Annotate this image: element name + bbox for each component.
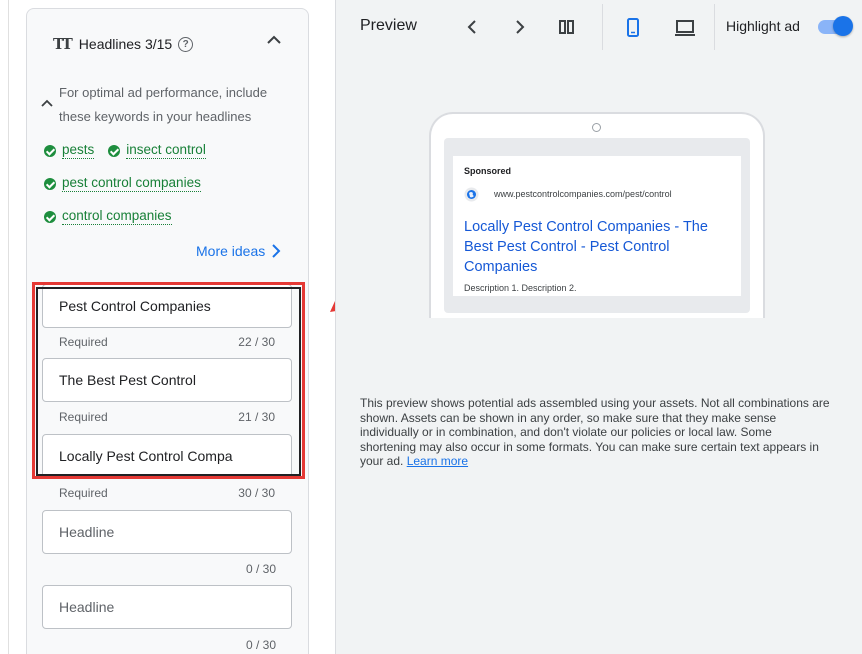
char-count: 0 / 30 xyxy=(245,638,276,652)
headline-input-4[interactable]: Headline xyxy=(42,510,292,554)
chevron-right-icon xyxy=(272,244,281,258)
keyword-text: control companies xyxy=(62,208,172,225)
learn-more-link[interactable]: Learn more xyxy=(407,454,468,468)
keyword-chip[interactable]: insect control xyxy=(108,142,206,159)
tip-collapse-icon[interactable] xyxy=(39,95,55,111)
headlines-title: Headlines 3/15 xyxy=(78,36,173,52)
more-ideas-link[interactable]: More ideas xyxy=(196,243,281,259)
help-icon[interactable]: ? xyxy=(178,36,194,52)
preview-panel xyxy=(336,0,862,654)
globe-icon xyxy=(464,187,479,202)
check-circle-icon xyxy=(108,144,121,157)
more-ideas-label: More ideas xyxy=(196,243,266,259)
check-circle-icon xyxy=(44,144,56,157)
char-count: 0 / 30 xyxy=(245,562,276,576)
desktop-device-icon[interactable] xyxy=(674,16,696,38)
page-edge xyxy=(0,0,9,654)
keyword-row: pest control companies xyxy=(44,175,215,192)
chevron-left-icon[interactable] xyxy=(462,16,484,38)
toolbar-separator xyxy=(714,4,715,50)
chevron-right-icon[interactable] xyxy=(508,16,530,38)
headlines-header: TT Headlines 3/15 ? xyxy=(53,35,194,53)
keyword-chip[interactable]: control companies xyxy=(44,208,172,225)
phone-camera xyxy=(592,123,601,132)
mobile-device-icon[interactable] xyxy=(622,16,644,38)
check-circle-icon xyxy=(44,210,56,223)
chevron-up-icon[interactable] xyxy=(263,29,285,51)
keyword-row: control companies xyxy=(44,208,186,225)
ad-headline[interactable]: Locally Pest Control Companies - The Bes… xyxy=(464,217,734,277)
required-label: Required xyxy=(59,486,108,500)
text-format-icon: TT xyxy=(53,35,73,53)
columns-icon[interactable] xyxy=(556,16,578,38)
ad-display-url: www.pestcontrolcompanies.com/pest/contro… xyxy=(494,189,672,199)
toggle-knob[interactable] xyxy=(833,16,853,36)
preview-title: Preview xyxy=(360,17,417,34)
keyword-chip[interactable]: pests xyxy=(44,142,95,159)
keyword-chip[interactable]: pest control companies xyxy=(44,175,201,192)
char-count: 30 / 30 xyxy=(238,486,275,500)
headline-input-5[interactable]: Headline xyxy=(42,585,292,629)
keyword-text: pest control companies xyxy=(62,175,201,192)
keyword-text: pests xyxy=(62,142,95,159)
check-circle-icon xyxy=(44,177,56,190)
keyword-tip: For optimal ad performance, include thes… xyxy=(59,85,268,124)
highlight-ad-label: Highlight ad xyxy=(726,18,800,34)
keyword-row: pests insect control xyxy=(44,142,220,159)
preview-toolbar: Preview Highlight ad xyxy=(336,0,862,52)
headline-3-meta: Required 30 / 30 xyxy=(59,486,275,500)
toolbar-separator xyxy=(602,4,603,50)
keyword-text: insect control xyxy=(126,142,206,159)
sponsored-label: Sponsored xyxy=(464,166,512,176)
annotation-highlight-box xyxy=(32,282,305,479)
preview-disclaimer: This preview shows potential ads assembl… xyxy=(360,396,830,469)
ad-description: Description 1. Description 2. xyxy=(464,283,577,293)
